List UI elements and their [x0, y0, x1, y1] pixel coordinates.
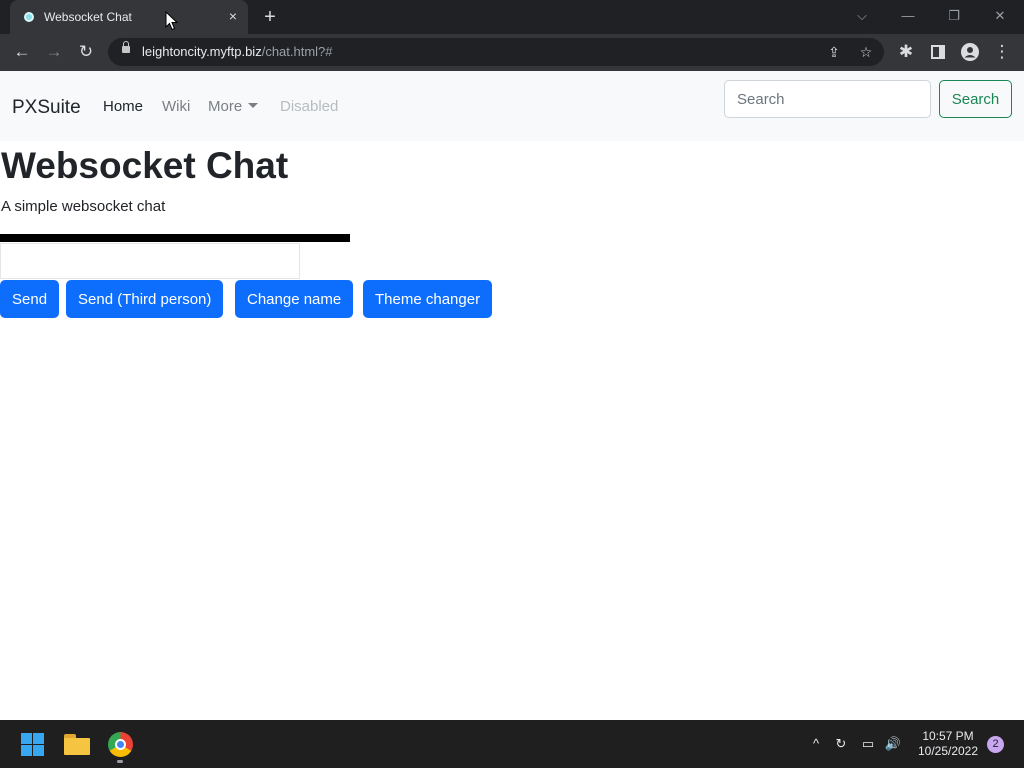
chrome-icon[interactable]: [108, 732, 133, 757]
volume-icon[interactable]: 🔊: [883, 734, 903, 754]
url-path: /chat.html?#: [261, 44, 333, 59]
send-third-person-button[interactable]: Send (Third person): [66, 280, 224, 318]
restore-icon[interactable]: ❐: [944, 6, 964, 26]
tab-title: Websocket Chat: [44, 10, 132, 24]
bookmark-star-icon[interactable]: ☆: [855, 41, 877, 63]
nav-home[interactable]: Home: [103, 98, 143, 115]
minimize-icon[interactable]: —: [898, 6, 918, 26]
nav-search-button[interactable]: Search: [939, 80, 1012, 118]
tray-chevron-icon[interactable]: ^: [806, 734, 826, 754]
chat-log: [0, 234, 350, 242]
file-explorer-icon[interactable]: [64, 734, 90, 755]
new-tab-icon[interactable]: +: [258, 5, 282, 29]
menu-icon[interactable]: ⋮: [990, 40, 1014, 64]
nav-wiki[interactable]: Wiki: [162, 98, 190, 115]
taskbar: ^ ↻ ▭ 🔊 10:57 PM 10/25/2022 2: [0, 720, 1024, 768]
page-subtitle: A simple websocket chat: [1, 198, 166, 215]
browser-tab[interactable]: Websocket Chat ×: [10, 0, 248, 34]
forward-icon[interactable]: →: [42, 40, 66, 64]
nav-disabled: Disabled: [280, 98, 339, 115]
browser-toolbar: ← → ↻ leightoncity.myftp.biz/chat.html?#…: [0, 34, 1024, 71]
url-host: leightoncity.myftp.biz: [142, 44, 262, 59]
favicon-icon: [24, 12, 34, 22]
nav-search-input[interactable]: [724, 80, 931, 118]
theme-changer-button[interactable]: Theme changer: [363, 280, 493, 318]
sync-icon[interactable]: ↻: [831, 734, 851, 754]
brand-link[interactable]: PXSuite: [12, 97, 81, 119]
mouse-cursor-icon: [165, 11, 179, 31]
send-button[interactable]: Send: [0, 280, 60, 318]
network-icon[interactable]: ▭: [858, 734, 878, 754]
browser-tab-strip: Websocket Chat × + ⌵ — ❐ ✕: [0, 0, 1024, 34]
site-navbar: PXSuite Home Wiki More Disabled Search: [0, 71, 1024, 141]
back-icon[interactable]: ←: [10, 40, 34, 64]
caret-down-icon: [248, 103, 259, 108]
reload-icon[interactable]: ↻: [74, 40, 98, 64]
system-clock[interactable]: 10:57 PM 10/25/2022: [908, 729, 988, 759]
nav-more-label: More: [208, 98, 243, 115]
tab-close-icon[interactable]: ×: [224, 7, 242, 25]
notification-badge[interactable]: 2: [987, 736, 1004, 753]
side-panel-icon[interactable]: [926, 40, 950, 64]
lock-icon[interactable]: [122, 41, 130, 53]
window-close-icon[interactable]: ✕: [990, 6, 1010, 26]
clock-time: 10:57 PM: [922, 729, 974, 743]
share-icon[interactable]: ⇪: [823, 41, 845, 63]
change-name-button[interactable]: Change name: [235, 280, 354, 318]
tab-search-icon[interactable]: ⌵: [852, 6, 872, 26]
profile-icon[interactable]: [958, 40, 982, 64]
message-input[interactable]: [0, 243, 300, 279]
page-title: Websocket Chat: [1, 145, 289, 186]
address-bar[interactable]: leightoncity.myftp.biz/chat.html?# ⇪ ☆: [108, 38, 884, 66]
url-text[interactable]: leightoncity.myftp.biz/chat.html?#: [142, 44, 333, 59]
clock-date: 10/25/2022: [917, 744, 979, 758]
windows-start-icon[interactable]: [21, 733, 44, 756]
nav-more-dropdown[interactable]: More: [208, 98, 259, 115]
extensions-icon[interactable]: ✱: [894, 40, 918, 64]
active-app-indicator: [117, 760, 123, 763]
